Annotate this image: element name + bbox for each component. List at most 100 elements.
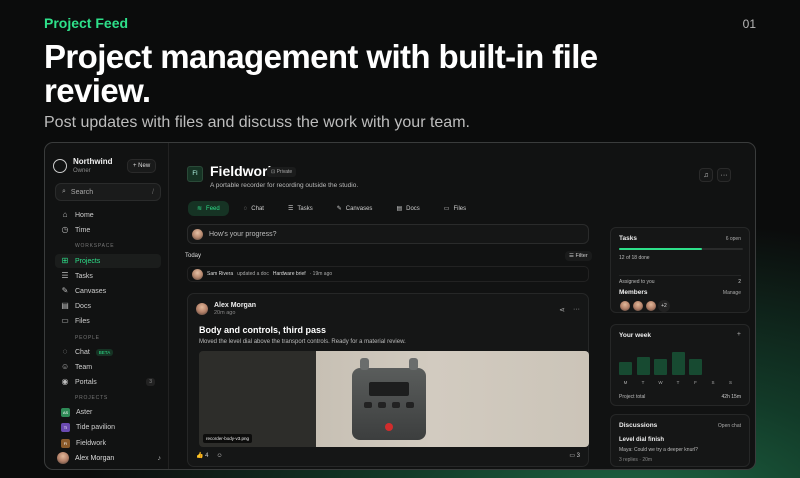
bell-icon[interactable]: ♪ <box>158 455 162 462</box>
sidebar-item-projects[interactable]: ⊞ Projects <box>55 254 161 268</box>
tab-chat[interactable]: ◌ Chat <box>235 201 273 216</box>
section-workspace: WORKSPACE <box>75 243 115 249</box>
new-button[interactable]: + New <box>127 159 157 173</box>
portal-icon: ◉ <box>61 377 69 386</box>
manage-members-link[interactable]: Manage <box>723 290 741 296</box>
sidebar-project-tide-pavilion[interactable]: TI Tide pavilion <box>55 420 161 434</box>
sidebar-item-canvases[interactable]: ✎ Canvases <box>55 284 161 298</box>
private-label: Private <box>276 169 293 175</box>
tab-label: Chat <box>251 205 264 212</box>
week-day-label: M <box>623 380 628 385</box>
tab-canvases[interactable]: ✎ Canvases <box>328 201 382 216</box>
doc-icon: ▤ <box>61 301 69 310</box>
clock-icon: ◷ <box>61 225 69 234</box>
search-input[interactable]: ⌕ Search / <box>55 183 161 201</box>
activity-target[interactable]: Hardware brief <box>273 271 306 277</box>
week-bar-chart <box>619 349 743 375</box>
add-time-button[interactable]: + <box>737 331 741 338</box>
sidebar-item-chat[interactable]: ◌ Chat BETA <box>55 345 161 359</box>
sidebar-item-docs[interactable]: ▤ Docs <box>55 299 161 313</box>
post-author: Alex Morgan 20m ago <box>196 302 256 316</box>
activity-action: updated a doc <box>237 271 269 277</box>
feed-post: Alex Morgan 20m ago ⋖ ··· Body and contr… <box>187 293 589 467</box>
sidebar-item-tasks[interactable]: ☰ Tasks <box>55 269 161 283</box>
sidebar-item-time[interactable]: ◷ Time <box>55 223 161 237</box>
thumbs-up-icon: 👍 <box>196 453 204 459</box>
avatar <box>632 300 644 312</box>
tab-tasks[interactable]: ☰ Tasks <box>279 201 322 216</box>
chat-icon: ◌ <box>243 205 248 212</box>
tab-label: Canvases <box>345 205 373 212</box>
post-attachment-image[interactable]: recorder-body-v3.png <box>199 351 589 447</box>
folder-icon: ▭ <box>61 316 69 325</box>
sidebar-item-home[interactable]: ⌂ Home <box>55 208 161 222</box>
workspace-switcher[interactable]: Northwind Owner <box>53 157 113 174</box>
post-timestamp: 20m ago <box>214 310 236 316</box>
project-title: Fieldwork <box>210 163 276 179</box>
post-actions: ⋖ ··· <box>559 306 580 314</box>
activity-item[interactable]: Sam Rivera updated a doc Hardware brief … <box>187 266 589 282</box>
post-reactions: 👍 4 ☺ <box>196 452 223 460</box>
week-bar <box>671 351 685 375</box>
discussions-card: Discussions Open chat Level dial finish … <box>610 414 750 467</box>
tab-docs[interactable]: ▤ Docs <box>387 201 428 216</box>
sidebar: Northwind Owner + New ⌕ Search / ⌂ Home ◷… <box>45 143 169 469</box>
more-options-button[interactable]: ··· <box>717 168 731 182</box>
assigned-count: 2 <box>738 279 741 285</box>
post-body: Moved the level dial above the transport… <box>199 339 406 345</box>
filter-button[interactable]: ☰ Filter <box>565 251 592 261</box>
assigned-row[interactable]: Assigned to you 2 <box>619 275 741 285</box>
project-badge: TI <box>61 422 70 432</box>
sidebar-item-files[interactable]: ▭ Files <box>55 314 161 328</box>
post-composer[interactable]: How's your progress? <box>187 224 589 244</box>
sidebar-item-label: Projects <box>75 257 101 265</box>
week-bar <box>636 356 650 375</box>
workspace-name: Northwind <box>73 157 113 166</box>
feed: How's your progress? Today ☰ Filter Sam … <box>182 223 598 469</box>
discussion-title[interactable]: Level dial finish <box>619 437 741 443</box>
composer-placeholder: How's your progress? <box>209 230 277 238</box>
tab-label: Docs <box>406 205 420 212</box>
notifications-button[interactable]: ♫ <box>699 168 713 182</box>
canvas-icon: ✎ <box>61 286 69 295</box>
project-total-row: Project total 42h 15m <box>619 394 741 400</box>
week-bar <box>689 359 702 375</box>
add-reaction-icon[interactable]: ☺ <box>217 453 223 459</box>
tasks-progress-bar <box>619 248 743 250</box>
device-record-button <box>385 423 393 431</box>
share-icon[interactable]: ⋖ <box>559 306 565 314</box>
open-chat-link[interactable]: Open chat <box>718 423 741 429</box>
bell-icon: ♫ <box>703 171 709 179</box>
filter-label: Filter <box>575 253 588 259</box>
home-icon: ⌂ <box>62 210 68 219</box>
chat-icon: ◌ <box>62 347 68 356</box>
sidebar-project-aster[interactable]: AS Aster <box>55 405 161 419</box>
device-button <box>378 402 386 408</box>
project-badge: AS <box>61 407 70 417</box>
sidebar-item-label: Files <box>75 317 90 325</box>
sidebar-item-portals[interactable]: ◉ Portals 3 <box>55 375 161 389</box>
project-label: Aster <box>76 408 93 416</box>
private-badge: ⊡ Private <box>267 167 297 177</box>
comments-button[interactable]: ▭ 3 <box>569 452 580 459</box>
comment-icon: ▭ <box>569 453 577 459</box>
search-label: Search <box>70 188 94 196</box>
discussion-item-meta: 3 replies · 20m <box>619 457 653 463</box>
device-button <box>406 402 414 408</box>
more-icon[interactable]: ··· <box>573 306 580 314</box>
discussion-preview: Maya: Could we try a deeper knurl? <box>619 447 741 453</box>
week-bar <box>619 362 632 375</box>
post-author-name[interactable]: Alex Morgan <box>214 302 256 309</box>
user-profile[interactable]: Alex Morgan ♪ <box>57 452 161 464</box>
tasks-open-count: 6 open <box>725 236 741 242</box>
reaction-button[interactable]: 👍 4 <box>196 452 209 459</box>
tab-files[interactable]: ▭ Files <box>435 201 475 216</box>
sidebar-item-team[interactable]: ☺ Team <box>55 360 161 374</box>
app-window: Northwind Owner + New ⌕ Search / ⌂ Home ◷… <box>44 142 756 470</box>
comment-count: 3 <box>576 453 580 459</box>
tasks-icon: ☰ <box>61 271 69 280</box>
attachment-filename: recorder-body-v3.png <box>203 434 253 443</box>
tab-feed[interactable]: ≋ Feed <box>188 201 229 216</box>
sidebar-project-fieldwork[interactable]: FI Fieldwork <box>55 436 161 450</box>
project-total-label: Project total <box>619 394 646 400</box>
